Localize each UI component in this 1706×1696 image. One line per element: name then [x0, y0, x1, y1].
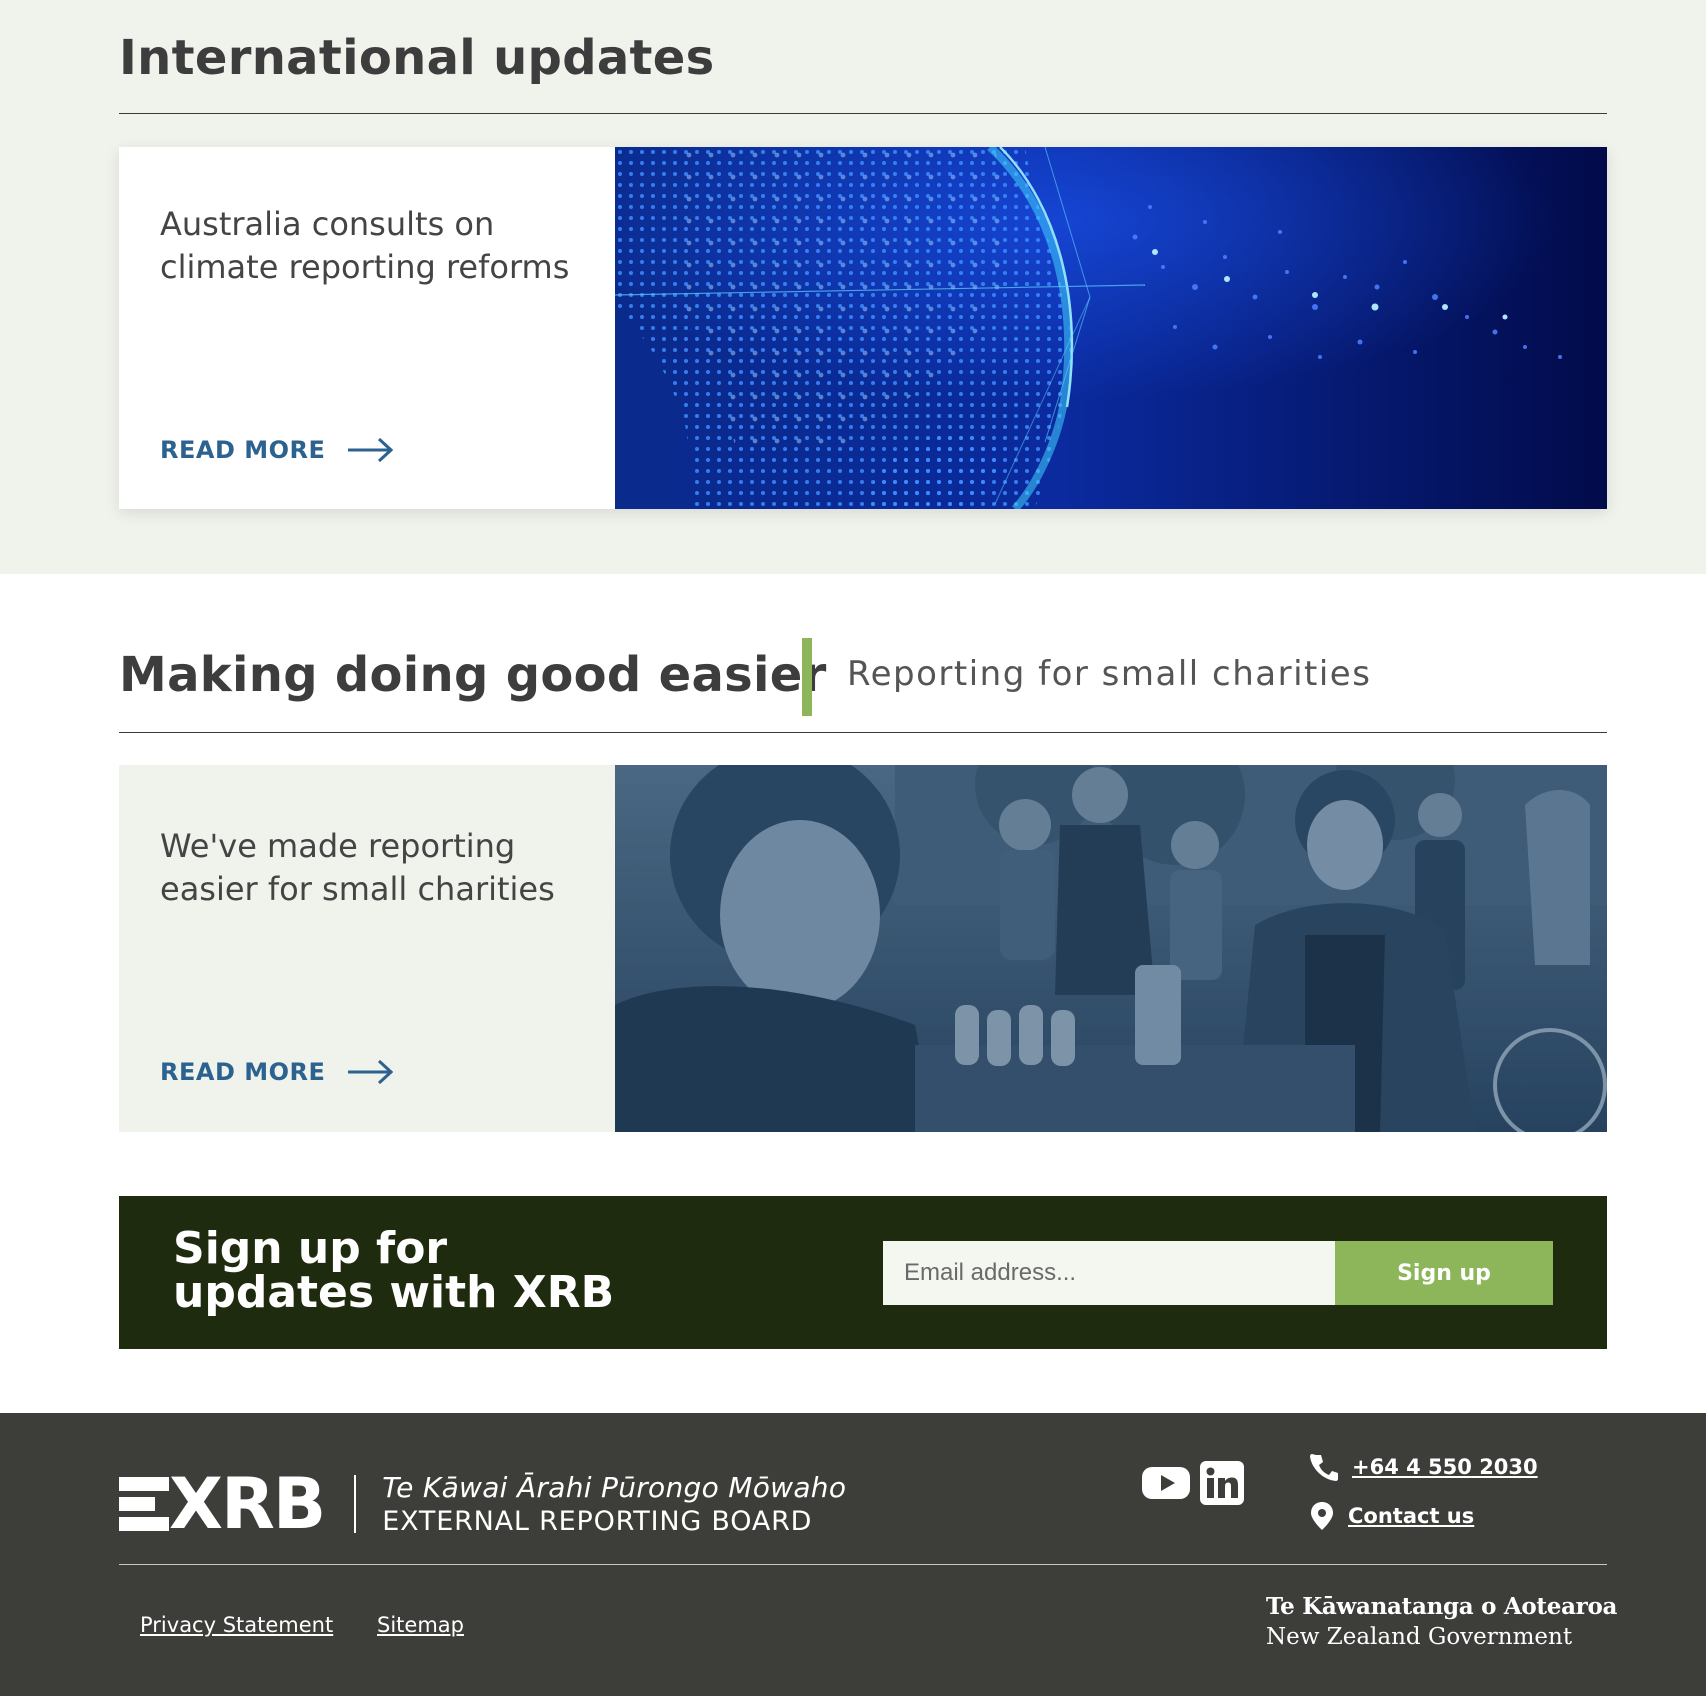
card-heading[interactable]: We've made reporting easier for small ch…: [160, 825, 580, 911]
card-image-volunteers[interactable]: [615, 765, 1607, 1132]
email-input[interactable]: [883, 1241, 1337, 1305]
footer-divider: [119, 1564, 1607, 1565]
signup-button[interactable]: Sign up: [1335, 1241, 1553, 1305]
contact-us-link[interactable]: Contact us: [1348, 1504, 1474, 1528]
xrb-logo-mark: XRB: [119, 1463, 326, 1545]
signup-title: Sign up for updates with XRB: [173, 1223, 615, 1318]
phone-link[interactable]: +64 4 550 2030: [1352, 1455, 1538, 1479]
logo-english-name: EXTERNAL REPORTING BOARD: [382, 1506, 813, 1537]
card-text-panel: Australia consults on climate reporting …: [119, 147, 615, 509]
arrow-right-icon: [348, 437, 394, 463]
card-image-globe[interactable]: [615, 147, 1607, 509]
youtube-icon[interactable]: [1142, 1465, 1190, 1505]
site-footer: XRB Te Kāwai Ārahi Pūrongo Mōwaho EXTERN…: [0, 1413, 1706, 1696]
section-divider: [119, 732, 1607, 733]
read-more-link[interactable]: READ MORE: [160, 436, 394, 464]
govt-maori-name: Te Kāwanatanga o Aotearoa: [1266, 1593, 1618, 1620]
section-divider: [119, 113, 1607, 114]
card-text-panel: We've made reporting easier for small ch…: [119, 765, 615, 1132]
govt-english-name: New Zealand Government: [1266, 1624, 1573, 1650]
phone-icon: [1310, 1454, 1338, 1481]
logo-bars-icon: [119, 1477, 169, 1531]
phone-contact: +64 4 550 2030: [1310, 1453, 1538, 1481]
arrow-right-icon: [348, 1059, 394, 1085]
logo-divider: [354, 1475, 357, 1533]
card-heading[interactable]: Australia consults on climate reporting …: [160, 203, 570, 289]
logo-wordmark: XRB: [169, 1463, 326, 1545]
digital-globe-image: [615, 147, 1607, 509]
accent-divider: [802, 638, 812, 716]
section-title-international: International updates: [119, 30, 715, 86]
read-more-label: READ MORE: [160, 436, 326, 464]
community-photo: [615, 765, 1607, 1132]
contact-us: Contact us: [1310, 1502, 1474, 1530]
section-title-charities: Making doing good easier: [119, 647, 827, 703]
sitemap-link[interactable]: Sitemap: [377, 1613, 464, 1637]
xrb-logo[interactable]: XRB Te Kāwai Ārahi Pūrongo Mōwaho EXTERN…: [119, 1463, 847, 1545]
linkedin-icon[interactable]: [1200, 1461, 1244, 1509]
news-card-australia[interactable]: Australia consults on climate reporting …: [119, 147, 1607, 509]
read-more-link[interactable]: READ MORE: [160, 1058, 394, 1086]
nz-government-logo[interactable]: Te Kāwanatanga o Aotearoa New Zealand Go…: [1266, 1593, 1617, 1650]
newsletter-signup: Sign up for updates with XRB Sign up: [119, 1196, 1607, 1349]
news-card-charities[interactable]: We've made reporting easier for small ch…: [119, 765, 1607, 1132]
section-subtitle: Reporting for small charities: [847, 654, 1372, 694]
logo-maori-name: Te Kāwai Ārahi Pūrongo Mōwaho: [382, 1471, 847, 1504]
international-updates-section: International updates Australia consults…: [0, 0, 1706, 574]
map-pin-icon: [1311, 1502, 1333, 1530]
privacy-statement-link[interactable]: Privacy Statement: [140, 1613, 333, 1637]
read-more-label: READ MORE: [160, 1058, 326, 1086]
